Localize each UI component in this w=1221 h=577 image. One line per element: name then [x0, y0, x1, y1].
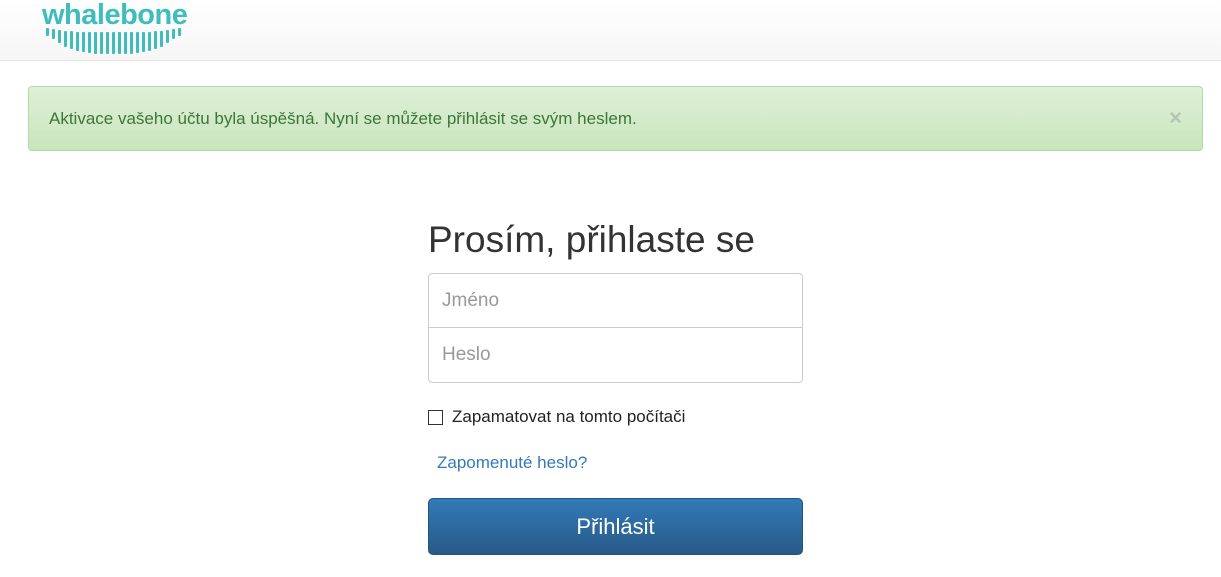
- logo-waves-icon: [46, 28, 181, 54]
- remember-checkbox[interactable]: [428, 409, 443, 425]
- forgot-password-link[interactable]: Zapomenuté heslo?: [437, 453, 587, 473]
- password-input[interactable]: [428, 327, 803, 383]
- username-input[interactable]: [428, 273, 803, 329]
- login-title: Prosím, přihlaste se: [428, 219, 755, 260]
- navbar: whalebone: [0, 0, 1221, 61]
- close-icon[interactable]: ×: [1169, 106, 1182, 130]
- remember-me[interactable]: Zapamatovat na tomto počítači: [428, 406, 685, 428]
- login-button[interactable]: Přihlásit: [428, 498, 803, 555]
- remember-label[interactable]: Zapamatovat na tomto počítači: [452, 407, 685, 427]
- alert-message: Aktivace vašeho účtu byla úspěšná. Nyní …: [49, 109, 637, 128]
- whalebone-logo[interactable]: whalebone: [42, 0, 192, 60]
- success-alert: Aktivace vašeho účtu byla úspěšná. Nyní …: [28, 86, 1203, 151]
